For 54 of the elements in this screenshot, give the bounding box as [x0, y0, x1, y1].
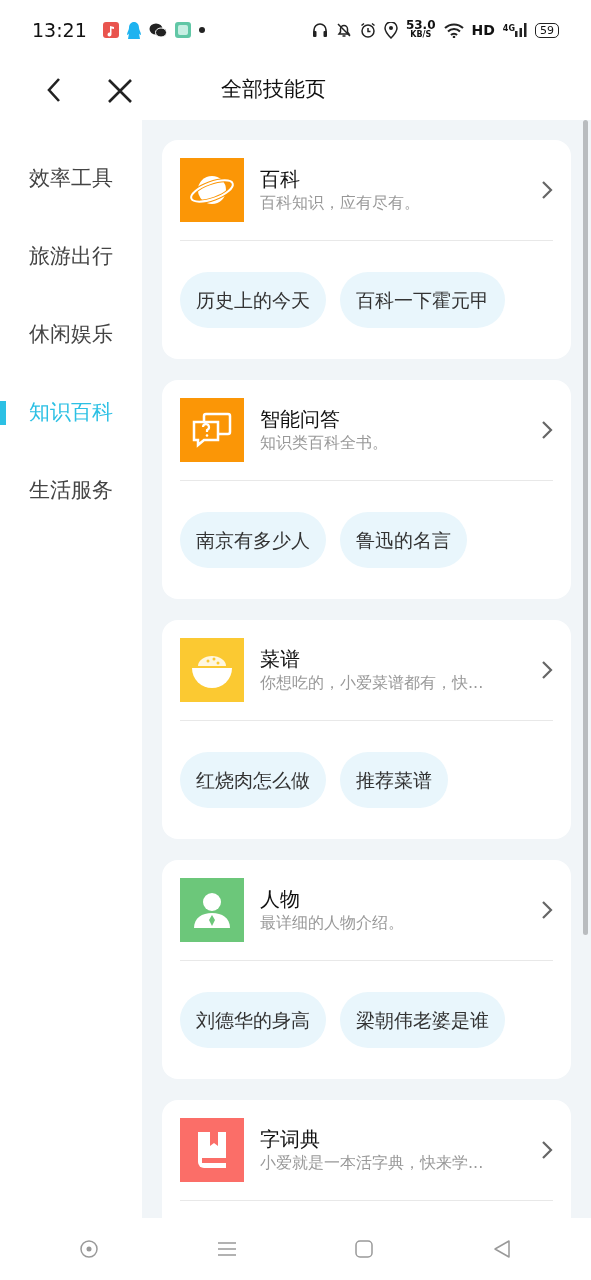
penguin-app-icon — [126, 21, 141, 39]
notification-dot-icon — [198, 27, 205, 33]
open-skill-button[interactable] — [541, 900, 553, 920]
chevron-right-icon — [541, 660, 553, 680]
skill-title: 百科 — [260, 166, 301, 192]
network-type: 4G — [502, 23, 515, 35]
muted-bell-icon — [335, 22, 352, 38]
skill-description: 最详细的人物介绍。 — [260, 912, 405, 934]
headphones-icon — [311, 22, 328, 38]
chevron-right-icon — [541, 900, 553, 920]
example-chip[interactable]: 红烧肉怎么做 — [180, 752, 326, 808]
close-button[interactable] — [107, 78, 133, 104]
sidebar-item[interactable]: 效率工具 — [0, 140, 142, 218]
skill-title: 智能问答 — [260, 406, 341, 432]
sidebar-item[interactable]: 生活服务 — [0, 452, 142, 530]
skill-title: 字词典 — [260, 1126, 321, 1152]
open-skill-button[interactable] — [541, 180, 553, 200]
chevron-right-icon — [541, 180, 553, 200]
skill-description: 百科知识，应有尽有。 — [260, 192, 421, 214]
battery-level: 59 — [535, 22, 559, 38]
skill-title: 菜谱 — [260, 646, 301, 672]
location-pin-icon — [383, 21, 398, 39]
alarm-clock-icon — [359, 22, 376, 38]
gallery-app-icon — [174, 22, 191, 38]
example-chip[interactable]: 百科一下霍元甲 — [340, 272, 505, 328]
chevron-right-icon — [541, 420, 553, 440]
example-chip[interactable]: 梁朝伟老婆是谁 — [340, 992, 505, 1048]
sidebar-item[interactable]: 休闲娱乐 — [0, 296, 142, 374]
speed-unit: KB/S — [410, 30, 432, 40]
example-chip[interactable]: 南京有多少人 — [180, 512, 326, 568]
back-icon[interactable] — [492, 1239, 513, 1259]
skill-description: 知识类百科全书。 — [260, 432, 389, 454]
skill-description: 你想吃的，小爱菜谱都有，快... — [260, 672, 485, 694]
page-title: 全部技能页 — [221, 76, 326, 103]
sidebar-item[interactable]: 旅游出行 — [0, 218, 142, 296]
wifi-icon — [443, 22, 464, 38]
status-time: 13:21 — [32, 17, 87, 43]
open-skill-button[interactable] — [541, 660, 553, 680]
chat-app-icon — [148, 22, 167, 38]
hd-indicator: HD — [471, 20, 495, 40]
example-chip[interactable]: 刘德华的身高 — [180, 992, 326, 1048]
open-skill-button[interactable] — [541, 420, 553, 440]
chevron-right-icon — [541, 1140, 553, 1160]
skill-title: 人物 — [260, 886, 301, 912]
example-chip[interactable]: 推荐菜谱 — [340, 752, 448, 808]
close-icon — [107, 78, 133, 104]
skill-description: 小爱就是一本活字典，快来学... — [260, 1152, 485, 1174]
network-speed: 53.0 — [405, 20, 436, 30]
music-app-icon — [102, 22, 119, 38]
example-chip[interactable]: 鲁迅的名言 — [340, 512, 467, 568]
example-chip[interactable]: 历史上的今天 — [180, 272, 326, 328]
open-skill-button[interactable] — [541, 1140, 553, 1160]
recent-circle-icon[interactable] — [78, 1239, 99, 1259]
signal-icon — [515, 23, 527, 37]
